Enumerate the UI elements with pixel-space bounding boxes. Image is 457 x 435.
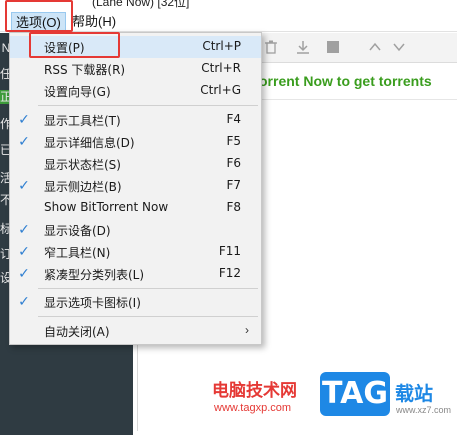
menu-item-show-sidebar[interactable]: ✓ 显示侧边栏(B) F7 <box>10 175 261 197</box>
menu-item-settings[interactable]: 设置(P) Ctrl+P <box>10 36 261 58</box>
menu-item-shortcut: Ctrl+P <box>202 39 241 53</box>
menu-item-label: 设置向导(G) <box>44 85 111 99</box>
menu-item-label: Show BitTorrent Now <box>44 200 169 214</box>
window-title: (Lane Now) [32位] <box>92 0 190 9</box>
menu-item-label: 显示侧边栏(B) <box>44 180 122 194</box>
download-icon[interactable] <box>295 40 311 56</box>
arrow-down-icon[interactable] <box>391 40 407 56</box>
watermark-logo-text: TAG <box>322 376 388 411</box>
menu-item-show-bittorrent-now[interactable]: Show BitTorrent Now F8 <box>10 197 261 219</box>
menu-item-show-devices[interactable]: ✓ 显示设备(D) <box>10 219 261 241</box>
watermark-site: 载站 <box>395 384 434 405</box>
menu-item-show-statusbar[interactable]: 显示状态栏(S) F6 <box>10 153 261 175</box>
watermark-text: 电脑技术网 <box>212 381 297 400</box>
menu-item-shortcut: F6 <box>226 156 241 170</box>
checkmark-icon: ✓ <box>18 221 30 237</box>
checkmark-icon: ✓ <box>18 293 30 309</box>
checkmark-icon: ✓ <box>18 243 30 259</box>
watermark-logo: TAG <box>320 372 390 416</box>
menu-item-label: RSS 下载器(R) <box>44 63 126 77</box>
watermark-url: www.tagxp.com <box>214 402 292 414</box>
delete-icon[interactable] <box>263 40 279 56</box>
menu-item-shortcut: F5 <box>226 134 241 148</box>
menu-help[interactable]: 帮助(H) <box>68 12 120 31</box>
menu-item-label: 显示详细信息(D) <box>44 136 135 150</box>
menu-item-label: 窄工具栏(N) <box>44 246 111 260</box>
stop-icon[interactable] <box>325 40 341 56</box>
watermark-site-url: www.xz7.com <box>396 405 452 415</box>
menu-item-shortcut: F12 <box>218 266 241 280</box>
menu-item-shortcut: F4 <box>226 112 241 126</box>
menu-item-label: 显示选项卡图标(I) <box>44 296 141 310</box>
menu-item-label: 显示状态栏(S) <box>44 158 121 172</box>
menu-item-shortcut: F7 <box>226 178 241 192</box>
menu-item-label: 设置(P) <box>44 41 85 55</box>
menu-item-shortcut: F11 <box>218 244 241 258</box>
menu-bar: 选项(O) 帮助(H) <box>0 10 457 32</box>
menu-item-show-details[interactable]: ✓ 显示详细信息(D) F5 <box>10 131 261 153</box>
menu-item-show-toolbar[interactable]: ✓ 显示工具栏(T) F4 <box>10 109 261 131</box>
menu-item-label: 自动关闭(A) <box>44 325 110 339</box>
menu-item-shortcut: Ctrl+G <box>200 83 241 97</box>
menu-options[interactable]: 选项(O) <box>11 12 66 31</box>
menu-item-show-tab-icons[interactable]: ✓ 显示选项卡图标(I) <box>10 291 261 313</box>
menu-item-label: 紧凑型分类列表(L) <box>44 268 145 282</box>
window-titlebar: (Lane Now) [32位] <box>0 0 457 10</box>
menu-item-setup-wizard[interactable]: 设置向导(G) Ctrl+G <box>10 80 261 102</box>
menu-item-shortcut: Ctrl+R <box>201 61 241 75</box>
menu-item-label: 显示设备(D) <box>44 224 111 238</box>
menu-item-compact-category-list[interactable]: ✓ 紧凑型分类列表(L) F12 <box>10 263 261 285</box>
checkmark-icon: ✓ <box>18 265 30 281</box>
menu-item-narrow-toolbar[interactable]: ✓ 窄工具栏(N) F11 <box>10 241 261 263</box>
arrow-up-icon[interactable] <box>367 40 383 56</box>
menu-separator <box>38 105 258 106</box>
menu-separator <box>38 288 258 289</box>
menu-item-label: 显示工具栏(T) <box>44 114 121 128</box>
checkmark-icon: ✓ <box>18 177 30 193</box>
checkmark-icon: ✓ <box>18 111 30 127</box>
options-dropdown-menu: 设置(P) Ctrl+P RSS 下载器(R) Ctrl+R 设置向导(G) C… <box>9 32 262 345</box>
promo-text: orrent Now to get torrents <box>259 73 432 89</box>
submenu-arrow-icon: › <box>245 323 249 337</box>
menu-item-rss-downloader[interactable]: RSS 下载器(R) Ctrl+R <box>10 58 261 80</box>
menu-item-shortcut: F8 <box>226 200 241 214</box>
menu-separator <box>38 316 258 317</box>
menu-item-auto-shutdown[interactable]: 自动关闭(A) › <box>10 320 261 342</box>
checkmark-icon: ✓ <box>18 133 30 149</box>
